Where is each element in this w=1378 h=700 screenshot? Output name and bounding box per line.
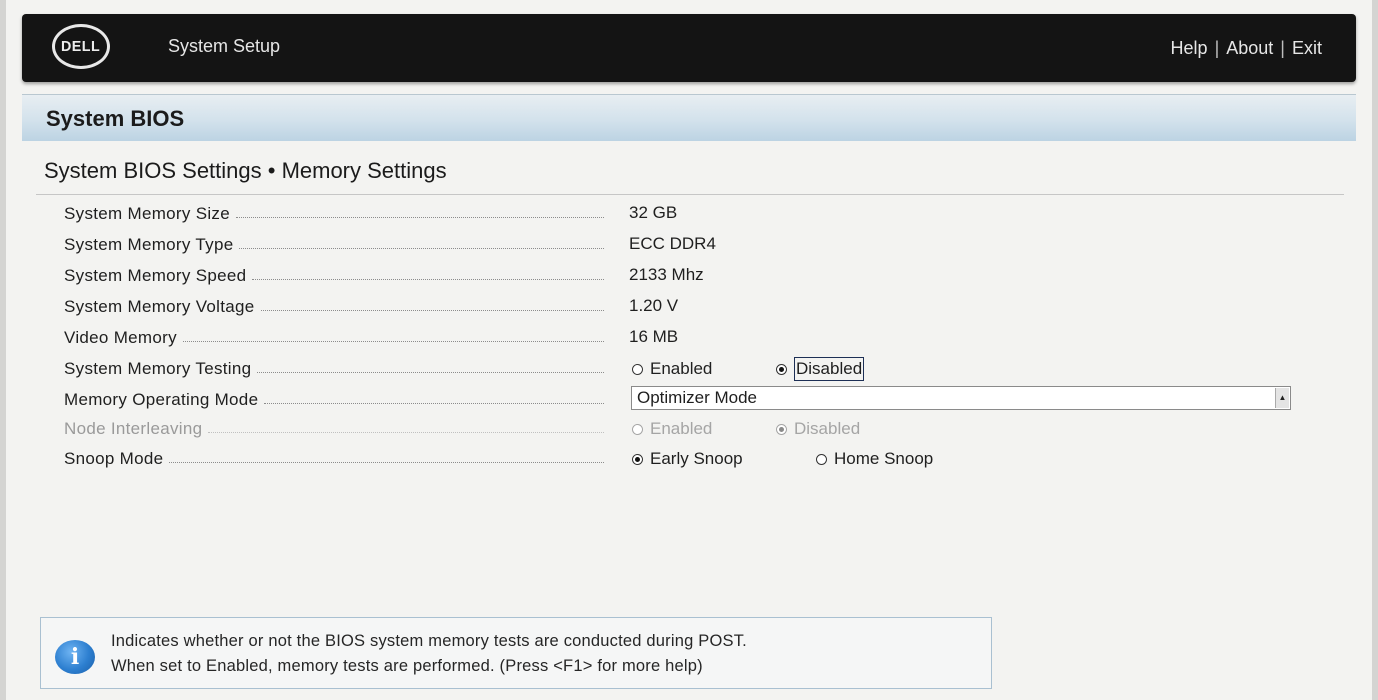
radio-on-icon — [776, 423, 787, 435]
title-divider — [36, 194, 1344, 195]
setting-label: Video Memory — [64, 328, 177, 347]
setting-row-operating-mode: Memory Operating Mode Optimizer Mode ▲ — [64, 386, 1304, 413]
operating-mode-select[interactable]: Optimizer Mode ▲ — [631, 386, 1291, 410]
leader-dots — [236, 216, 604, 218]
setting-label: System Memory Speed — [64, 266, 247, 285]
info-icon: i — [55, 640, 95, 674]
radio-label: Home Snoop — [834, 449, 934, 468]
radio-off-icon — [816, 453, 827, 465]
memory-testing-enabled-radio[interactable]: Enabled — [632, 356, 712, 382]
radio-label: Disabled — [794, 419, 861, 438]
setting-value: ECC DDR4 — [629, 234, 716, 253]
header-bar: DELL System Setup Help | About | Exit — [22, 14, 1356, 82]
section-band: System BIOS — [22, 94, 1356, 141]
radio-on-icon — [776, 363, 787, 375]
setting-row-snoop-mode: Snoop Mode Early Snoop Home Snoop — [64, 446, 1304, 472]
leader-dots — [260, 309, 604, 311]
setting-label: Memory Operating Mode — [64, 390, 259, 409]
radio-label: Disabled — [794, 357, 865, 381]
leader-dots — [264, 402, 604, 404]
radio-off-icon — [632, 363, 643, 375]
radio-off-icon — [632, 423, 643, 435]
radio-label: Enabled — [650, 419, 713, 438]
snoop-mode-early-radio[interactable]: Early Snoop — [632, 446, 743, 472]
setting-label: System Memory Voltage — [64, 297, 255, 316]
setting-row-memory-type: System Memory Type ECC DDR4 — [64, 232, 1304, 258]
radio-label: Early Snoop — [650, 449, 743, 468]
leader-dots — [182, 340, 604, 342]
node-interleaving-disabled-radio: Disabled — [776, 416, 860, 442]
help-text: Indicates whether or not the BIOS system… — [111, 629, 747, 679]
setting-label: System Memory Testing — [64, 359, 252, 378]
link-separator: | — [1280, 38, 1285, 58]
setting-label: Node Interleaving — [64, 419, 203, 438]
radio-label: Enabled — [650, 359, 713, 378]
leader-dots — [239, 247, 604, 249]
section-title: System BIOS — [46, 106, 185, 131]
exit-link[interactable]: Exit — [1292, 38, 1322, 59]
setting-label: System Memory Type — [64, 235, 234, 254]
bios-screen: DELL System Setup Help | About | Exit Sy… — [6, 0, 1372, 700]
setting-label: System Memory Size — [64, 204, 230, 223]
setting-label: Snoop Mode — [64, 449, 164, 468]
dell-logo: DELL — [52, 24, 110, 69]
setting-row-memory-testing: System Memory Testing Enabled Disabled — [64, 356, 1304, 382]
radio-on-icon — [632, 453, 643, 465]
node-interleaving-enabled-radio: Enabled — [632, 416, 712, 442]
setting-value: 32 GB — [629, 203, 678, 222]
header-links: Help | About | Exit — [1171, 38, 1322, 59]
leader-dots — [208, 431, 604, 433]
link-separator: | — [1214, 38, 1220, 58]
setting-row-node-interleaving: Node Interleaving Enabled Disabled — [64, 416, 1304, 442]
app-title: System Setup — [168, 36, 281, 56]
setting-value: 2133 Mhz — [629, 265, 704, 284]
page-title: System BIOS Settings • Memory Settings — [44, 158, 447, 183]
setting-row-memory-voltage: System Memory Voltage 1.20 V — [64, 294, 1304, 320]
leader-dots — [252, 278, 604, 280]
setting-row-video-memory: Video Memory 16 MB — [64, 325, 1304, 351]
help-link[interactable]: Help — [1171, 38, 1208, 59]
leader-dots — [257, 371, 604, 373]
about-link[interactable]: About — [1226, 38, 1273, 59]
setting-row-memory-size: System Memory Size 32 GB — [64, 201, 1304, 227]
snoop-mode-home-radio[interactable]: Home Snoop — [816, 446, 933, 472]
setting-row-memory-speed: System Memory Speed 2133 Mhz — [64, 263, 1304, 289]
select-value: Optimizer Mode — [637, 388, 757, 407]
setting-value: 16 MB — [629, 327, 679, 346]
help-line-2: When set to Enabled, memory tests are pe… — [111, 657, 703, 675]
help-panel: i Indicates whether or not the BIOS syst… — [40, 617, 992, 689]
dropdown-arrow-icon[interactable]: ▲ — [1275, 388, 1289, 408]
memory-testing-disabled-radio[interactable]: Disabled — [776, 356, 865, 382]
help-line-1: Indicates whether or not the BIOS system… — [111, 632, 747, 650]
setting-value: 1.20 V — [629, 296, 679, 315]
leader-dots — [169, 461, 604, 463]
